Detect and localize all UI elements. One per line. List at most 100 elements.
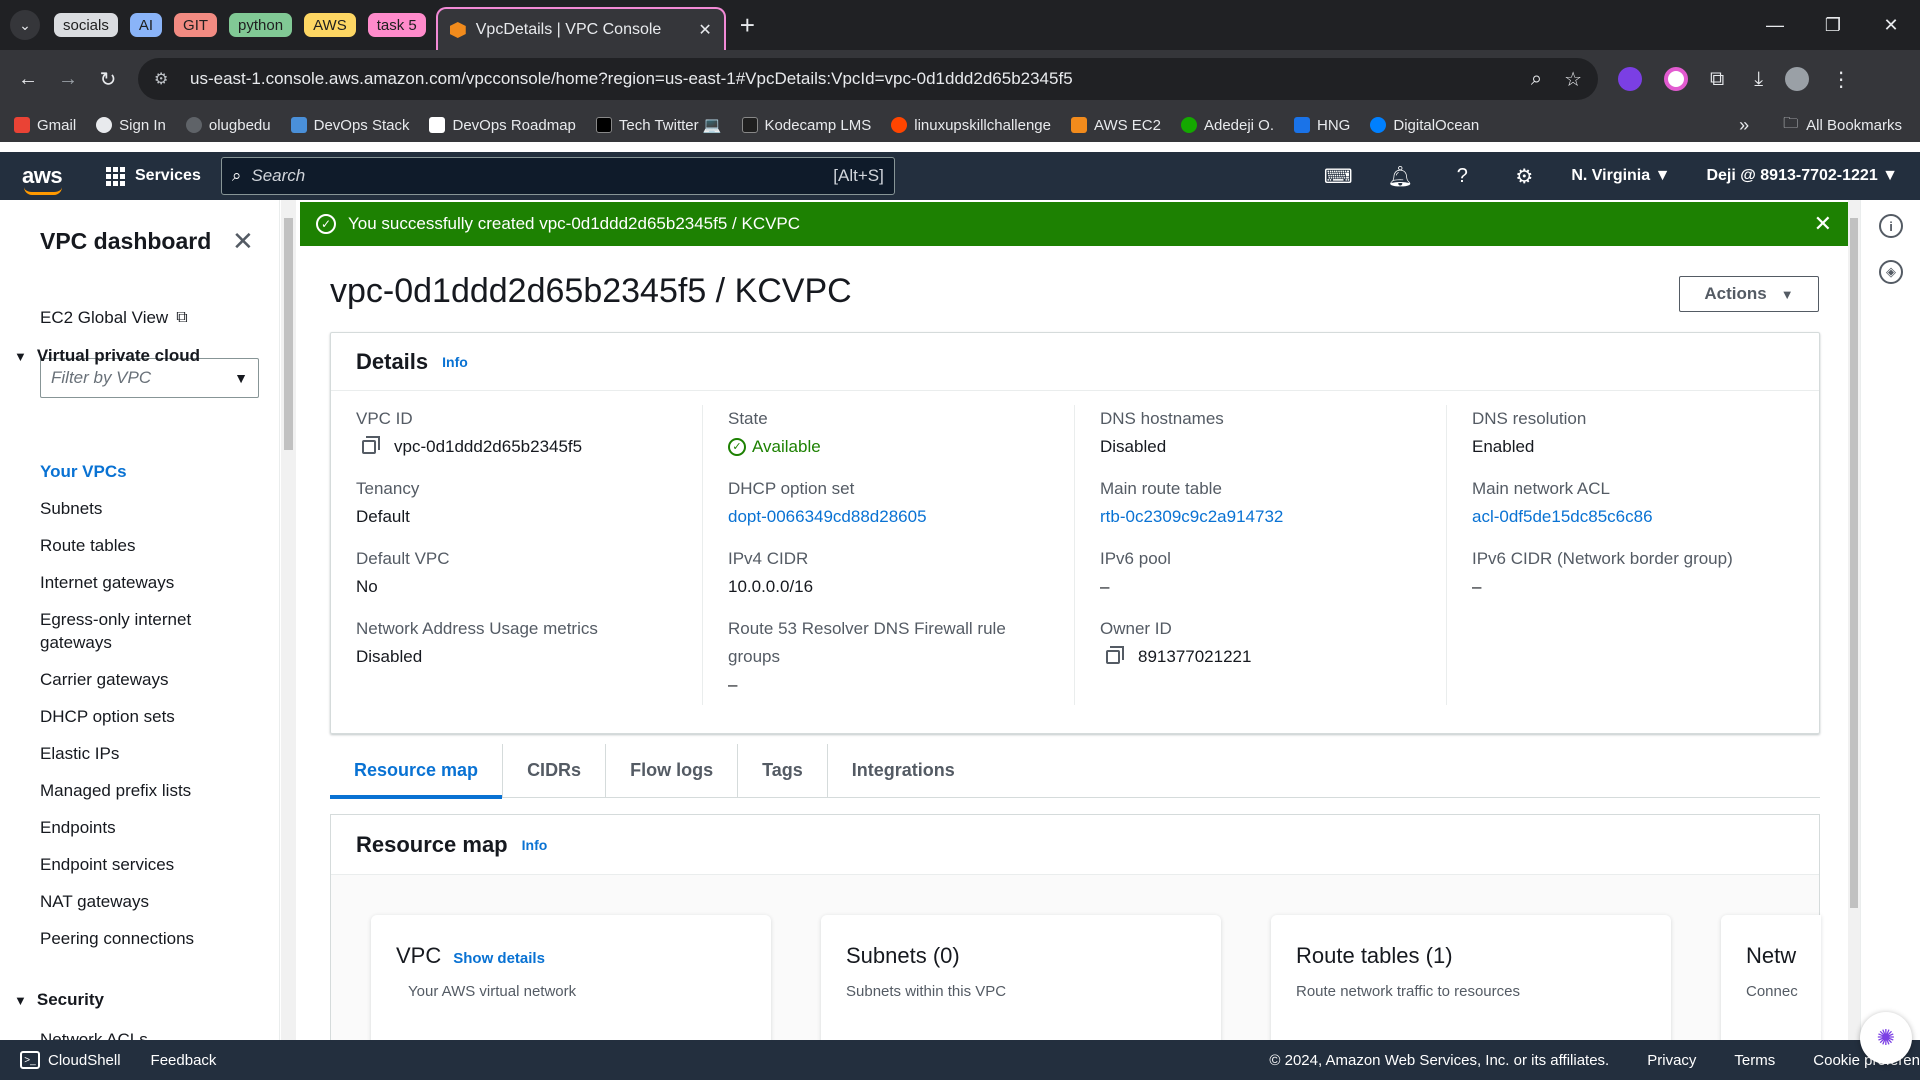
ai-assistant-bubble-icon[interactable]: ✺ [1860, 1012, 1912, 1064]
minimize-icon[interactable]: — [1746, 15, 1804, 36]
caret-down-icon: ▼ [14, 992, 27, 1008]
more-bookmarks-icon[interactable]: » [1739, 115, 1749, 136]
terms-link[interactable]: Terms [1734, 1052, 1775, 1069]
site-settings-icon[interactable]: ⚙ [154, 69, 176, 89]
settings-gear-icon[interactable]: ⚙ [1493, 164, 1555, 189]
tab-flow-logs[interactable]: Flow logs [606, 743, 739, 798]
bookmark-linuxupskill[interactable]: linuxupskillchallenge [891, 117, 1051, 134]
restore-icon[interactable]: ❐ [1804, 15, 1862, 36]
copy-icon[interactable] [1106, 646, 1124, 664]
main-scrollbar[interactable] [1848, 200, 1860, 1040]
omnibox[interactable]: ⚙ us-east-1.console.aws.amazon.com/vpcco… [138, 58, 1598, 100]
bookmark-kodecamp[interactable]: Kodecamp LMS [741, 117, 871, 134]
dismiss-flash-icon[interactable]: ✕ [1814, 211, 1832, 237]
dhcp-option-set-link[interactable]: dopt-0066349cd88d28605 [728, 503, 1049, 531]
region-selector[interactable]: N. Virginia ▼ [1571, 167, 1670, 185]
close-tab-icon[interactable]: ✕ [698, 20, 711, 40]
sidebar-item-dhcp-option-sets[interactable]: DHCP option sets [40, 705, 250, 728]
tab-group-git[interactable]: GIT [174, 13, 218, 37]
show-details-link[interactable]: Show details [453, 950, 545, 967]
tab-search-button[interactable]: ⌄ [10, 10, 40, 40]
copy-icon[interactable] [362, 436, 380, 454]
more-menu-icon[interactable]: ⋮ [1831, 67, 1851, 92]
bookmark-hng[interactable]: HNG [1294, 117, 1350, 134]
sidebar-scrollbar[interactable] [281, 200, 296, 1040]
reload-icon[interactable]: ↻ [88, 67, 128, 92]
download-icon[interactable]: ⤓ [1754, 68, 1763, 91]
bookmark-aws-ec2[interactable]: AWS EC2 [1071, 117, 1161, 134]
url-text[interactable]: us-east-1.console.aws.amazon.com/vpccons… [190, 69, 1509, 89]
resource-map-info-link[interactable]: Info [522, 837, 548, 853]
help-icon[interactable]: ? [1431, 165, 1493, 188]
sidebar-item-peering-connections[interactable]: Peering connections [40, 927, 250, 950]
main-route-table-link[interactable]: rtb-0c2309c9c2a914732 [1100, 503, 1421, 531]
cloudshell-icon[interactable]: ⌨ [1307, 164, 1369, 189]
bookmark-star-icon[interactable]: ☆ [1564, 67, 1582, 92]
field-label: DNS hostnames [1100, 409, 1224, 428]
color-extension-icon[interactable] [1664, 67, 1688, 91]
sidebar-item-nat-gateways[interactable]: NAT gateways [40, 890, 250, 913]
tab-group-ai[interactable]: AI [129, 13, 163, 37]
tab-group-python[interactable]: python [229, 13, 293, 37]
tab-integrations[interactable]: Integrations [828, 744, 979, 798]
main-network-acl-link[interactable]: acl-0df5de15dc85c6c86 [1472, 503, 1794, 531]
bookmark-tech-twitter[interactable]: Tech Twitter 💻 [595, 116, 722, 134]
services-menu[interactable]: Services [106, 166, 201, 186]
sidebar-item-your-vpcs[interactable]: Your VPCs [40, 460, 250, 483]
active-browser-tab[interactable]: VpcDetails | VPC Console ✕ [435, 7, 726, 51]
sidebar-item-egress-only-gateways[interactable]: Egress-only internet gateways [40, 608, 250, 654]
bookmark-devops-stack[interactable]: DevOps Stack [290, 117, 409, 134]
all-bookmarks[interactable]: All Bookmarks [1806, 117, 1902, 134]
feedback-link[interactable]: Feedback [151, 1052, 217, 1069]
bookmark-sign-in[interactable]: Sign In [96, 117, 166, 134]
sidebar-item-endpoints[interactable]: Endpoints [40, 816, 250, 839]
new-tab-button[interactable]: + [740, 10, 755, 41]
tab-cidrs[interactable]: CIDRs [503, 743, 607, 798]
close-sidebar-icon[interactable]: ✕ [232, 226, 254, 257]
aws-logo[interactable]: aws [22, 163, 66, 195]
main-scroll-thumb[interactable] [1850, 218, 1858, 908]
tab-resource-map[interactable]: Resource map [330, 743, 504, 799]
section-security[interactable]: ▼ Security [14, 990, 104, 1010]
sidebar-title[interactable]: VPC dashboard [40, 228, 211, 255]
notifications-bell-icon[interactable]: 🔔︎ [1369, 164, 1431, 189]
back-icon[interactable]: ← [8, 68, 48, 91]
details-info-link[interactable]: Info [442, 354, 468, 370]
puzzle-extensions-icon[interactable]: ⧉ [1710, 68, 1724, 91]
sidebar-item-managed-prefix-lists[interactable]: Managed prefix lists [40, 779, 250, 802]
close-window-icon[interactable]: ✕ [1862, 15, 1920, 36]
bookmark-gmail[interactable]: Gmail [14, 117, 76, 134]
profile-avatar[interactable] [1785, 67, 1810, 91]
section-virtual-private-cloud[interactable]: ▼ Virtual private cloud [14, 346, 200, 366]
sidebar-item-internet-gateways[interactable]: Internet gateways [40, 571, 250, 594]
sidebar-item-route-tables[interactable]: Route tables [40, 534, 250, 557]
tab-tags[interactable]: Tags [738, 743, 828, 798]
cloudshell-button[interactable]: >_ CloudShell [20, 1051, 121, 1069]
resource-map-header: Resource map Info [331, 815, 1819, 875]
sidebar-item-endpoint-services[interactable]: Endpoint services [40, 853, 250, 876]
amazon-q-icon[interactable]: ◈ [1879, 260, 1903, 284]
sidebar-item-carrier-gateways[interactable]: Carrier gateways [40, 668, 250, 691]
bookmark-adedeji[interactable]: Adedeji O. [1180, 117, 1274, 134]
account-menu[interactable]: Deji @ 8913-7702-1221 ▼ [1706, 167, 1898, 185]
bookmark-devops-roadmap[interactable]: DevOps Roadmap [429, 117, 576, 134]
details-column-1: VPC ID vpc-0d1ddd2d65b2345f5 Tenancy Def… [331, 405, 703, 705]
tab-group-socials[interactable]: socials [54, 13, 118, 37]
bookmark-digitalocean[interactable]: DigitalOcean [1370, 117, 1479, 134]
sidebar-item-network-acls[interactable]: Network ACLs [40, 1028, 148, 1040]
ai-extension-icon[interactable] [1618, 67, 1642, 91]
info-panel-icon[interactable]: i [1879, 214, 1903, 238]
tab-group-task5[interactable]: task 5 [367, 13, 426, 37]
sidebar-item-subnets[interactable]: Subnets [40, 497, 250, 520]
zoom-icon[interactable]: ⌕ [1531, 68, 1542, 91]
kodecamp-icon [741, 117, 758, 133]
tab-group-aws[interactable]: AWS [304, 13, 356, 37]
forward-icon[interactable]: → [48, 68, 88, 91]
sidebar-item-elastic-ips[interactable]: Elastic IPs [40, 742, 250, 765]
bookmark-olugbedu[interactable]: olugbedu [185, 117, 271, 134]
sidebar-scroll-thumb[interactable] [284, 218, 293, 450]
privacy-link[interactable]: Privacy [1647, 1052, 1696, 1069]
actions-button[interactable]: Actions ▼ [1679, 276, 1819, 312]
console-search-input[interactable]: ⌕ Search [Alt+S] [220, 157, 895, 195]
ec2-global-view-link[interactable]: EC2 Global View ⧉ [40, 308, 188, 328]
